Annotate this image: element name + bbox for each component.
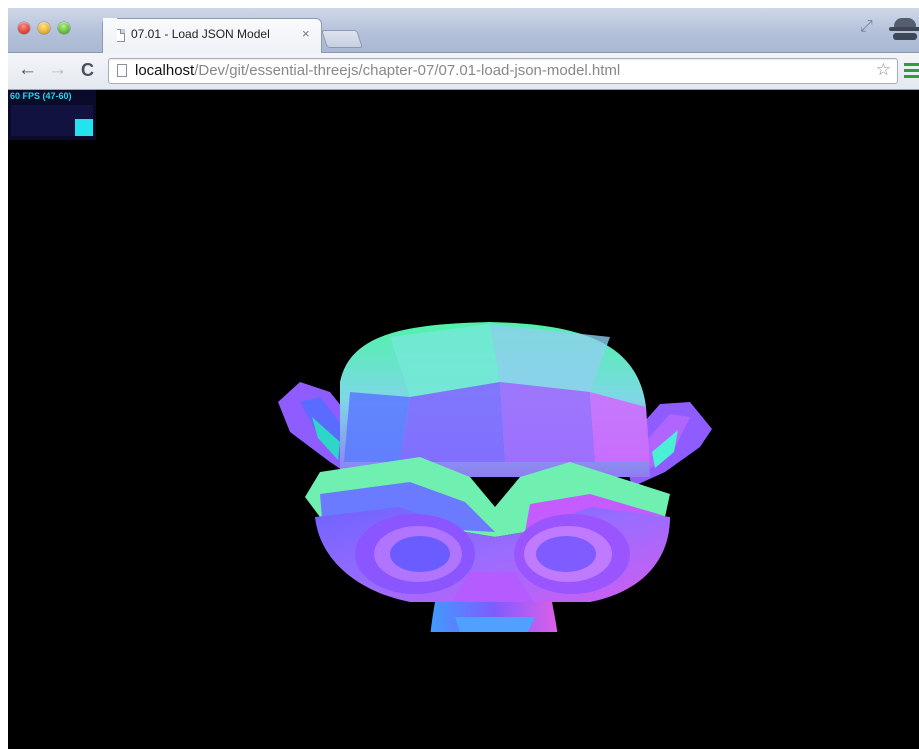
reload-icon[interactable]: C [81, 60, 94, 80]
tab-active[interactable]: 07.01 - Load JSON Model × [102, 18, 322, 53]
minimize-window-button[interactable] [38, 22, 50, 34]
page-icon [117, 64, 127, 77]
tab-title: 07.01 - Load JSON Model [131, 27, 270, 41]
back-icon[interactable]: ← [18, 60, 37, 80]
page-icon [115, 29, 125, 42]
new-tab-button[interactable] [321, 30, 363, 48]
url-host: localhost [135, 62, 195, 79]
stats-panel[interactable]: 60 FPS (47-60) [8, 90, 96, 140]
title-bar: 07.01 - Load JSON Model × ⤢ [8, 8, 919, 53]
close-window-button[interactable] [18, 22, 30, 34]
tab-close-icon[interactable]: × [302, 26, 310, 41]
fps-graph [11, 105, 93, 136]
bookmark-star-icon[interactable]: ☆ [876, 60, 891, 80]
chrome-menu-icon[interactable] [904, 63, 919, 79]
fullscreen-icon[interactable]: ⤢ [860, 18, 873, 36]
forward-icon[interactable]: → [48, 60, 67, 80]
fps-graph-bar [75, 119, 93, 136]
webgl-canvas[interactable]: 60 FPS (47-60) [8, 90, 919, 749]
browser-window: 07.01 - Load JSON Model × ⤢ ← → C localh… [8, 8, 919, 749]
fps-readout: 60 FPS (47-60) [10, 91, 72, 101]
url-text[interactable]: localhost/Dev/git/essential-threejs/chap… [135, 62, 620, 79]
zoom-window-button[interactable] [58, 22, 70, 34]
monkey-head-model [278, 322, 712, 632]
browser-toolbar: ← → C localhost/Dev/git/essential-threej… [8, 53, 919, 90]
incognito-icon [888, 14, 919, 44]
address-bar[interactable]: localhost/Dev/git/essential-threejs/chap… [108, 58, 898, 84]
url-path: /Dev/git/essential-threejs/chapter-07/07… [194, 62, 621, 79]
